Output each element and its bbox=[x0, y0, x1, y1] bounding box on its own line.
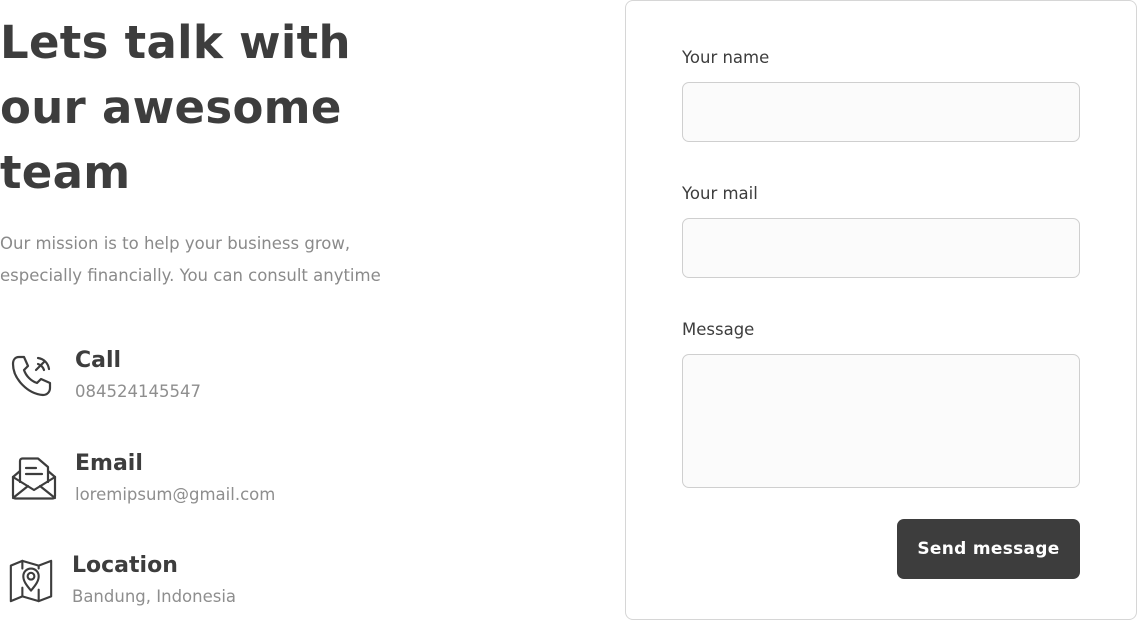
mail-field-label: Your mail bbox=[682, 184, 758, 203]
contact-item-email: Email loremipsum@gmail.com bbox=[0, 449, 420, 519]
contact-call-value: 084524145547 bbox=[75, 382, 201, 401]
page-subtitle-line: especially financially. You can consult … bbox=[0, 266, 381, 285]
contact-email-value: loremipsum@gmail.com bbox=[75, 485, 276, 504]
contact-item-location: Location Bandung, Indonesia bbox=[0, 551, 420, 620]
page-title: Lets talk with our awesome team bbox=[0, 10, 380, 205]
phone-icon bbox=[9, 352, 59, 402]
name-field-label: Your name bbox=[682, 48, 770, 67]
name-field[interactable] bbox=[682, 82, 1080, 142]
page-title-line: Lets talk with bbox=[0, 16, 351, 69]
page-title-line: team bbox=[0, 146, 131, 199]
message-textarea[interactable] bbox=[682, 354, 1080, 488]
contact-form: Your name Your mail Message Send message bbox=[625, 0, 1137, 620]
contact-location-title: Location bbox=[72, 553, 178, 578]
message-field-label: Message bbox=[682, 320, 755, 339]
contact-item-call: Call 084524145547 bbox=[0, 346, 420, 416]
send-message-button[interactable]: Send message bbox=[897, 519, 1080, 579]
map-pin-icon bbox=[7, 557, 55, 605]
page-subtitle: Our mission is to help your business gro… bbox=[0, 228, 440, 292]
page-title-line: our awesome bbox=[0, 81, 342, 134]
contact-info-section: Lets talk with our awesome team Our miss… bbox=[0, 0, 560, 620]
contact-call-title: Call bbox=[75, 348, 122, 373]
contact-page: Lets talk with our awesome team Our miss… bbox=[0, 0, 1137, 620]
contact-location-value: Bandung, Indonesia bbox=[72, 587, 237, 606]
page-subtitle-line: Our mission is to help your business gro… bbox=[0, 234, 351, 253]
email-field[interactable] bbox=[682, 218, 1080, 278]
envelope-icon bbox=[9, 455, 59, 505]
contact-email-title: Email bbox=[75, 451, 143, 476]
